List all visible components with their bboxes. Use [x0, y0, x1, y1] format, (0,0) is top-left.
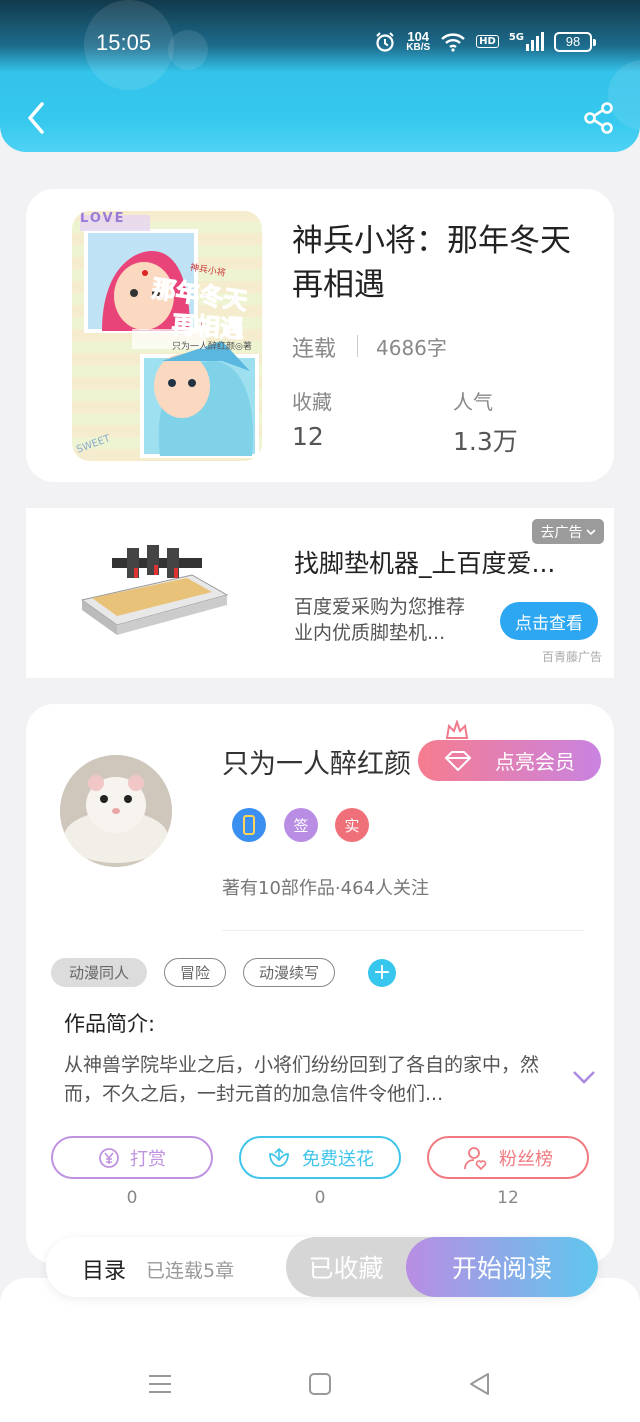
- decor-bubble: [168, 30, 208, 70]
- send-flower-button[interactable]: 免费送花: [239, 1136, 401, 1179]
- tag-item[interactable]: 冒险: [164, 958, 226, 987]
- divider: [357, 335, 358, 357]
- sign-badge-icon: 签: [284, 808, 318, 842]
- collected-label: 已收藏: [308, 1254, 384, 1283]
- hd-badge: HD: [476, 35, 499, 48]
- back-triangle-icon[interactable]: [466, 1370, 494, 1398]
- tag-item[interactable]: 动漫续写: [243, 958, 335, 987]
- signal-5g-icon: 5G: [509, 32, 544, 51]
- fan-user-icon: [464, 1146, 487, 1170]
- remove-ad-button[interactable]: 去广告: [532, 519, 604, 544]
- cover-tag: LOVE: [80, 211, 126, 226]
- author-card: 只为一人醉红颜 点亮会员 签 实 著有10部作品·464人关注 动漫同人 冒险 …: [26, 704, 614, 1264]
- toc-button[interactable]: 目录: [82, 1253, 126, 1285]
- ad-description: 百度爱采购为您推荐业内优质脚垫机...: [294, 596, 466, 644]
- yen-icon: [99, 1147, 119, 1168]
- fan-count: 12: [497, 1188, 519, 1208]
- cover-author-credit: 只为一人醉红颜◎著: [172, 342, 252, 352]
- system-nav-bar: [0, 1278, 640, 1422]
- ad-view-button[interactable]: 点击查看: [500, 602, 598, 640]
- popularity-label: 人气: [453, 390, 493, 414]
- status-time: 15:05: [96, 30, 152, 55]
- net-speed: 104 KB/S: [406, 30, 430, 53]
- ad-source: 百青藤广告: [542, 650, 603, 664]
- alarm-icon: [376, 31, 394, 52]
- tag-item[interactable]: 动漫同人: [51, 958, 147, 987]
- back-button[interactable]: [20, 98, 52, 138]
- popularity-value: 1.3万: [453, 427, 518, 456]
- top-header: 15:05 104 KB/S HD 5G 98: [0, 0, 640, 152]
- home-square-icon[interactable]: [306, 1370, 334, 1398]
- crown-icon: [445, 720, 469, 739]
- verified-badge-icon: 实: [335, 808, 369, 842]
- divider: [222, 930, 584, 931]
- flower-icon: [269, 1147, 289, 1167]
- battery-indicator: 98: [554, 31, 596, 52]
- ad-banner[interactable]: 找脚垫机器_上百度爱... 百度爱采购为您推荐业内优质脚垫机... 点击查看 去…: [26, 508, 614, 678]
- flower-count: 0: [314, 1188, 326, 1208]
- bottom-action-bar: 目录 已连载5章 已收藏 开始阅读: [46, 1237, 598, 1297]
- vip-button[interactable]: 点亮会员: [418, 740, 601, 781]
- menu-icon[interactable]: [146, 1370, 174, 1398]
- phone-badge-icon: [232, 808, 266, 842]
- book-status: 连载: [292, 337, 337, 362]
- book-cover[interactable]: LOVE 神兵小将 那年冬天 再相遇 只为一人醉红颜◎著 SWEET: [72, 211, 262, 461]
- diamond-icon: [444, 751, 472, 772]
- collect-label: 收藏: [292, 390, 332, 414]
- ad-title: 找脚垫机器_上百度爱...: [294, 549, 556, 578]
- remove-ad-label: 去广告: [540, 524, 583, 541]
- avatar[interactable]: [60, 755, 172, 867]
- start-reading-button[interactable]: 开始阅读: [406, 1237, 598, 1297]
- send-flower-label: 免费送花: [302, 1148, 374, 1170]
- ad-machine-image: [80, 545, 229, 635]
- book-info-card: LOVE 神兵小将 那年冬天 再相遇 只为一人醉红颜◎著 SWEET 神兵小将：…: [26, 189, 614, 482]
- fan-ranking-label: 粉丝榜: [499, 1148, 553, 1170]
- author-name[interactable]: 只为一人醉红颜: [222, 742, 411, 781]
- add-tag-button[interactable]: +: [368, 959, 396, 987]
- tip-count: 0: [126, 1188, 138, 1208]
- wifi-icon: [441, 32, 465, 52]
- tip-label: 打赏: [130, 1148, 166, 1170]
- intro-title: 作品简介:: [64, 1012, 156, 1036]
- signal-label: 5G: [508, 32, 524, 43]
- expand-chevron-icon[interactable]: [572, 1068, 596, 1086]
- collect-value: 12: [292, 422, 324, 451]
- share-button[interactable]: [582, 100, 616, 136]
- intro-text: 从神兽学院毕业之后，小将们纷纷回到了各自的家中，然而，不久之后，一封元首的加急信…: [64, 1054, 540, 1105]
- vip-button-label: 点亮会员: [495, 750, 575, 774]
- toc-chapter-count: 已连载5章: [146, 1260, 235, 1282]
- chevron-down-icon: [585, 528, 596, 535]
- book-title: 神兵小将：那年冬天再相遇: [292, 223, 571, 303]
- net-speed-unit: KB/S: [406, 42, 431, 53]
- status-icons: 104 KB/S HD 5G 98: [374, 30, 596, 53]
- word-count: 4686字: [376, 336, 447, 360]
- author-meta: 著有10部作品·464人关注: [222, 878, 429, 899]
- fan-ranking-button[interactable]: 粉丝榜: [427, 1136, 589, 1179]
- tip-button[interactable]: 打赏: [51, 1136, 213, 1179]
